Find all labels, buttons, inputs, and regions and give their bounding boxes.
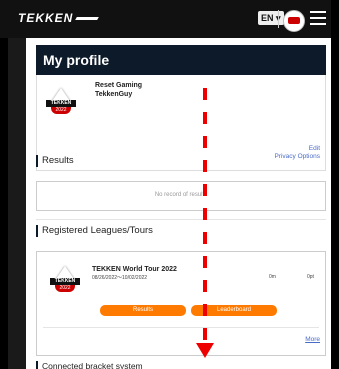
bracket-heading: Connected bracket system — [36, 361, 143, 369]
results-box: No record of results — [36, 181, 326, 211]
league-dates: 08/26/2022〜10/02/2022 — [92, 275, 148, 281]
annotation-dashed-line — [203, 88, 207, 343]
tekken-badge-icon: TEKKEN 2022 — [46, 88, 76, 118]
profile-card: My profile TEKKEN 2022 Reset Gaming Tekk… — [26, 38, 331, 369]
top-bar: TEKKEN EN ▾ — [0, 0, 331, 38]
no-results-text: No record of results — [154, 192, 208, 198]
league-title[interactable]: TEKKEN World Tour 2022 — [92, 266, 177, 273]
user-avatar-icon[interactable] — [283, 10, 305, 32]
profile-name-line1: Reset Gaming — [95, 82, 143, 89]
tekken-badge-icon: TEKKEN 2022 — [50, 266, 80, 296]
more-link[interactable]: More — [305, 336, 320, 343]
edit-link[interactable]: Edit — [309, 145, 320, 152]
tekken-logo[interactable]: TEKKEN — [18, 11, 100, 25]
results-button[interactable]: Results — [100, 305, 186, 316]
league-stat-matches: 0m — [269, 274, 276, 280]
league-divider — [43, 327, 319, 328]
league-stat-points: 0pt — [307, 274, 314, 280]
leagues-heading: Registered Leagues/Tours — [36, 225, 153, 237]
profile-info-box: TEKKEN 2022 Reset Gaming TekkenGuy Edit … — [36, 75, 326, 171]
league-item: TEKKEN 2022 TEKKEN World Tour 2022 08/26… — [36, 251, 326, 356]
profile-name-line2: TekkenGuy — [95, 91, 133, 98]
divider — [278, 10, 279, 28]
privacy-options-link[interactable]: Privacy Options — [274, 153, 320, 160]
results-heading: Results — [36, 155, 74, 167]
page-title: My profile — [36, 45, 326, 75]
annotation-arrow-down-icon — [196, 343, 214, 358]
hamburger-menu-icon[interactable] — [310, 11, 326, 25]
section-divider — [36, 219, 326, 220]
language-selector[interactable]: EN ▾ — [258, 11, 284, 25]
